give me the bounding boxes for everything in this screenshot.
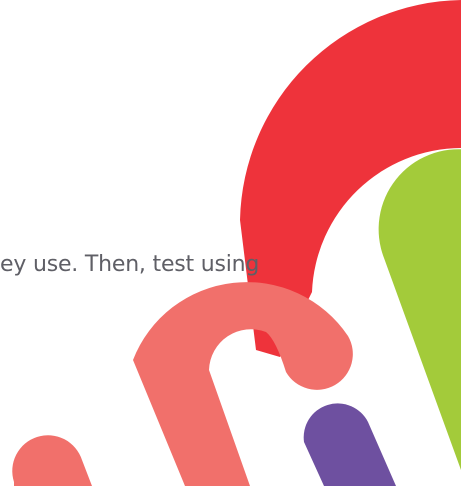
slide-body-text: ey use. Then, test using xyxy=(0,252,260,277)
presentation-slide: ey use. Then, test using xyxy=(0,0,461,486)
salmon-stub-shape xyxy=(12,435,93,486)
purple-stub-shape xyxy=(303,403,396,486)
decorative-shapes xyxy=(12,0,461,486)
lime-stripe-shape xyxy=(378,149,461,470)
